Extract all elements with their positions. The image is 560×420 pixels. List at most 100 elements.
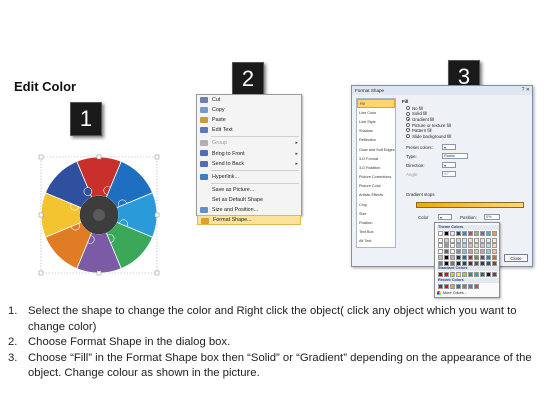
angle-field[interactable]: 90° — [442, 171, 456, 177]
theme-color-swatch[interactable] — [474, 237, 479, 243]
theme-color-swatch[interactable] — [438, 254, 443, 260]
fill-option-radio[interactable] — [406, 134, 410, 138]
theme-color-swatch[interactable] — [450, 231, 455, 236]
theme-color-swatch[interactable] — [450, 243, 455, 249]
theme-color-swatch[interactable] — [462, 243, 467, 249]
dialog-nav-item[interactable]: 3-D Rotation — [357, 163, 395, 172]
context-menu-item[interactable]: Bring to Front ▸ — [197, 148, 301, 158]
direction-dropdown[interactable]: ▾ — [442, 162, 456, 168]
more-colors-item[interactable]: More Colors... — [437, 291, 467, 295]
theme-color-swatch[interactable] — [486, 231, 491, 236]
selection-handle[interactable] — [96, 270, 102, 276]
theme-color-swatch[interactable] — [456, 237, 461, 243]
theme-color-swatch[interactable] — [462, 237, 467, 243]
dialog-nav-item[interactable]: Picture Corrections — [357, 173, 395, 182]
theme-color-swatch[interactable] — [486, 243, 491, 249]
type-dropdown[interactable]: Radial — [442, 153, 468, 159]
theme-color-swatch[interactable] — [438, 237, 443, 243]
context-menu-item[interactable]: Save as Picture... — [197, 185, 301, 195]
theme-color-swatch[interactable] — [438, 243, 443, 249]
recent-color-swatch[interactable] — [450, 284, 455, 289]
theme-color-swatch[interactable] — [438, 260, 443, 266]
dialog-nav-item[interactable]: Line Style — [357, 117, 395, 126]
dialog-nav-item[interactable]: Position — [357, 218, 395, 227]
theme-color-swatch[interactable] — [480, 243, 485, 249]
selection-handle[interactable] — [38, 154, 44, 160]
theme-color-swatch[interactable] — [456, 260, 461, 266]
theme-color-swatch[interactable] — [492, 237, 497, 243]
color-picker-button[interactable]: ▾ — [438, 214, 452, 220]
theme-color-swatch[interactable] — [444, 243, 449, 249]
fill-option-radio[interactable] — [406, 128, 410, 133]
fill-option-radio[interactable] — [406, 117, 410, 122]
recent-color-swatch[interactable] — [474, 284, 479, 289]
selection-handle[interactable] — [154, 270, 160, 276]
context-menu-item[interactable]: Send to Back ▸ — [197, 159, 301, 169]
context-menu-item[interactable]: Edit Text — [197, 125, 301, 135]
dialog-nav-item[interactable]: Text Box — [357, 228, 395, 237]
theme-color-swatch[interactable] — [462, 260, 467, 266]
theme-color-swatch[interactable] — [462, 231, 467, 236]
selection-handle[interactable] — [154, 212, 160, 218]
theme-color-swatch[interactable] — [486, 237, 491, 243]
theme-color-swatch[interactable] — [456, 254, 461, 260]
theme-color-swatch[interactable] — [438, 249, 443, 255]
selection-handle[interactable] — [38, 270, 44, 276]
theme-color-swatch[interactable] — [456, 231, 461, 236]
dialog-nav-item[interactable]: Picture Color — [357, 182, 395, 191]
dialog-nav-item[interactable]: Size — [357, 209, 395, 218]
close-button[interactable]: Close — [504, 254, 528, 262]
standard-color-swatch[interactable] — [486, 272, 491, 277]
theme-color-swatch[interactable] — [462, 249, 467, 255]
context-menu-item[interactable]: Hyperlink... — [197, 172, 301, 182]
standard-color-swatch[interactable] — [450, 272, 455, 277]
theme-color-swatch[interactable] — [468, 249, 473, 255]
fill-option-radio[interactable] — [406, 122, 410, 127]
theme-color-swatch[interactable] — [456, 243, 461, 249]
standard-color-swatch[interactable] — [468, 272, 473, 277]
position-field[interactable]: 0% — [484, 214, 500, 220]
standard-color-swatch[interactable] — [462, 272, 467, 277]
context-menu-item[interactable]: Set as Default Shape — [197, 195, 301, 205]
theme-color-swatch[interactable] — [468, 231, 473, 236]
dialog-nav-item[interactable]: 3-D Format — [357, 154, 395, 163]
context-menu-item[interactable]: Cut — [197, 95, 301, 105]
theme-color-swatch[interactable] — [492, 254, 497, 260]
theme-color-swatch[interactable] — [450, 260, 455, 266]
preset-colors-dropdown[interactable]: ▾ — [442, 144, 456, 150]
fill-option-radio[interactable] — [406, 106, 410, 110]
recent-color-swatch[interactable] — [438, 284, 443, 289]
theme-color-swatch[interactable] — [450, 249, 455, 255]
theme-color-swatch[interactable] — [492, 249, 497, 255]
standard-color-swatch[interactable] — [474, 272, 479, 277]
dialog-nav-item[interactable]: Crop — [357, 200, 395, 209]
dialog-nav-item[interactable]: Fill — [357, 99, 395, 109]
context-menu-item[interactable]: Group ▸ — [197, 138, 301, 148]
selection-handle[interactable] — [154, 154, 160, 160]
theme-color-swatch[interactable] — [468, 260, 473, 266]
context-menu-item[interactable]: Paste — [197, 115, 301, 125]
context-menu-item[interactable]: Format Shape... — [197, 215, 301, 226]
theme-color-swatch[interactable] — [468, 243, 473, 249]
recent-color-swatch[interactable] — [456, 284, 461, 289]
dialog-nav-item[interactable]: Glow and Soft Edges — [357, 145, 395, 154]
dialog-nav-item[interactable]: Reflection — [357, 136, 395, 145]
theme-color-swatch[interactable] — [474, 243, 479, 249]
recent-color-swatch[interactable] — [462, 284, 467, 289]
context-menu-item[interactable]: Copy — [197, 105, 301, 115]
theme-color-swatch[interactable] — [438, 231, 443, 236]
recent-color-swatch[interactable] — [468, 284, 473, 289]
theme-color-swatch[interactable] — [492, 243, 497, 249]
theme-color-swatch[interactable] — [474, 260, 479, 266]
standard-color-swatch[interactable] — [444, 272, 449, 277]
theme-color-swatch[interactable] — [480, 231, 485, 236]
theme-color-swatch[interactable] — [492, 231, 497, 236]
theme-color-swatch[interactable] — [486, 254, 491, 260]
dialog-nav-item[interactable]: Shadow — [357, 127, 395, 136]
dialog-nav-item[interactable]: Artistic Effects — [357, 191, 395, 200]
standard-color-swatch[interactable] — [492, 272, 497, 277]
theme-color-swatch[interactable] — [468, 254, 473, 260]
gradient-stops-bar[interactable] — [416, 202, 524, 208]
theme-color-swatch[interactable] — [474, 254, 479, 260]
theme-color-swatch[interactable] — [492, 260, 497, 266]
